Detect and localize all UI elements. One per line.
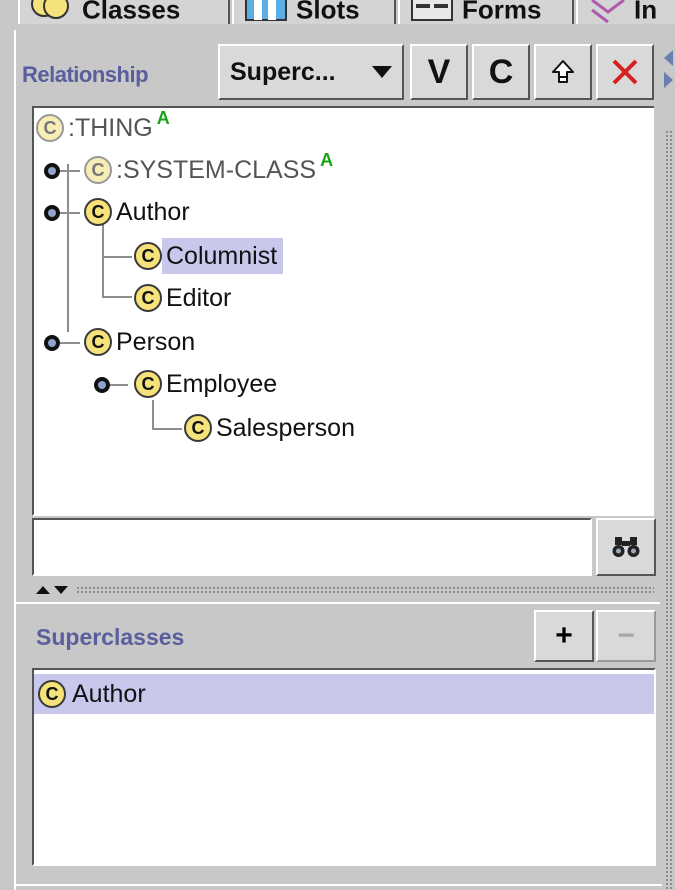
- tab-label: Classes: [82, 0, 181, 25]
- tree-node-columnist[interactable]: C Columnist: [134, 238, 284, 274]
- class-icon: C: [184, 414, 212, 442]
- tree-line: [67, 164, 69, 332]
- tree-node-system-class[interactable]: C :SYSTEM-CLASS A: [84, 149, 334, 188]
- tab-label: Forms: [462, 0, 542, 25]
- tree-node-editor[interactable]: C Editor: [134, 280, 237, 316]
- superclasses-label: Superclasses: [36, 624, 185, 650]
- collapse-handle-icon[interactable]: [44, 335, 60, 351]
- split-grip[interactable]: [76, 586, 654, 595]
- tree-node-label: Editor: [166, 284, 232, 312]
- tab-label: In: [634, 0, 658, 25]
- add-superclass-button[interactable]: +: [534, 610, 594, 662]
- relationship-label: Relationship: [22, 62, 149, 87]
- tree-line: [60, 342, 80, 344]
- forms-tab-icon: [410, 0, 456, 30]
- tree-line: [152, 400, 154, 430]
- tab-strip: Classes Slots Forms In: [0, 0, 675, 30]
- collapse-divider[interactable]: [662, 30, 675, 890]
- tree-node-label: Author: [116, 198, 190, 226]
- split-pane-divider[interactable]: [32, 582, 656, 600]
- list-item[interactable]: C Author: [34, 674, 654, 714]
- collapse-handle-icon[interactable]: [44, 205, 60, 221]
- class-icon: C: [134, 284, 162, 312]
- tree-node-label: :THING: [68, 114, 153, 142]
- expand-right-icon[interactable]: [664, 72, 673, 88]
- tree-node-salesperson[interactable]: C Salesperson: [184, 410, 361, 446]
- abstract-badge: A: [156, 107, 170, 128]
- tree-node-author[interactable]: C Author: [84, 194, 196, 230]
- tree-line: [102, 256, 132, 258]
- class-icon: C: [84, 198, 112, 226]
- tab-slots[interactable]: Slots: [232, 0, 396, 24]
- split-down-arrow-icon[interactable]: [54, 586, 68, 594]
- tree-line: [108, 384, 128, 386]
- class-hierarchy-tree[interactable]: C :THING A C :SYSTEM-CLASS A C Author C …: [32, 106, 656, 516]
- tree-line: [102, 296, 132, 298]
- relationship-select-value: Superc...: [230, 57, 336, 86]
- create-class-button[interactable]: C: [472, 44, 530, 100]
- view-class-label: V: [427, 52, 451, 91]
- slots-tab-icon: [244, 0, 290, 30]
- class-icon: C: [134, 242, 162, 270]
- minus-icon: −: [617, 619, 635, 652]
- delete-class-button[interactable]: [596, 44, 654, 100]
- plus-icon: +: [555, 619, 573, 652]
- tree-node-thing[interactable]: C :THING A: [36, 107, 170, 146]
- move-up-button[interactable]: [534, 44, 592, 100]
- tab-forms[interactable]: Forms: [398, 0, 574, 24]
- arrow-up-icon: [552, 60, 574, 83]
- tree-node-label: Employee: [166, 370, 278, 398]
- remove-superclass-button: −: [596, 610, 656, 662]
- tree-node-label: Columnist: [162, 238, 284, 274]
- tree-line: [152, 428, 182, 430]
- class-icon: C: [84, 328, 112, 356]
- relationship-select[interactable]: Superc...: [218, 44, 404, 100]
- class-icon: C: [134, 370, 162, 398]
- instances-tab-icon: [588, 0, 628, 30]
- classes-tab-icon: [30, 0, 76, 30]
- tree-node-label: :SYSTEM-CLASS: [116, 156, 317, 184]
- list-item-label: Author: [72, 679, 146, 708]
- tree-node-employee[interactable]: C Employee: [134, 366, 283, 402]
- superclasses-list[interactable]: C Author: [32, 668, 656, 866]
- tree-node-person[interactable]: C Person: [84, 324, 201, 360]
- class-icon: C: [84, 156, 112, 184]
- tree-node-label: Salesperson: [216, 414, 355, 442]
- tree-line: [60, 212, 80, 214]
- dropdown-arrow-icon: [372, 66, 392, 78]
- collapse-handle-icon[interactable]: [94, 377, 110, 393]
- close-icon: [612, 59, 638, 85]
- split-up-arrow-icon[interactable]: [36, 586, 50, 594]
- class-icon: C: [38, 680, 66, 708]
- tree-scrollbar-track[interactable]: [654, 106, 660, 516]
- binoculars-icon: [612, 537, 640, 557]
- search-input[interactable]: [32, 518, 592, 576]
- tab-instances[interactable]: In: [576, 0, 675, 24]
- tab-classes[interactable]: Classes: [18, 0, 230, 24]
- collapse-left-icon[interactable]: [664, 50, 673, 66]
- expand-handle-icon[interactable]: [44, 163, 60, 179]
- divider-line: [16, 602, 660, 604]
- abstract-badge: A: [320, 149, 334, 170]
- panel-bottom-edge: [16, 884, 662, 886]
- create-class-label: C: [488, 52, 514, 91]
- class-icon: C: [36, 114, 64, 142]
- view-class-button[interactable]: V: [410, 44, 468, 100]
- tree-line: [60, 170, 80, 172]
- tab-label: Slots: [296, 0, 360, 25]
- tree-node-label: Person: [116, 328, 196, 356]
- divider-grip[interactable]: [665, 130, 673, 890]
- find-button[interactable]: [596, 518, 656, 576]
